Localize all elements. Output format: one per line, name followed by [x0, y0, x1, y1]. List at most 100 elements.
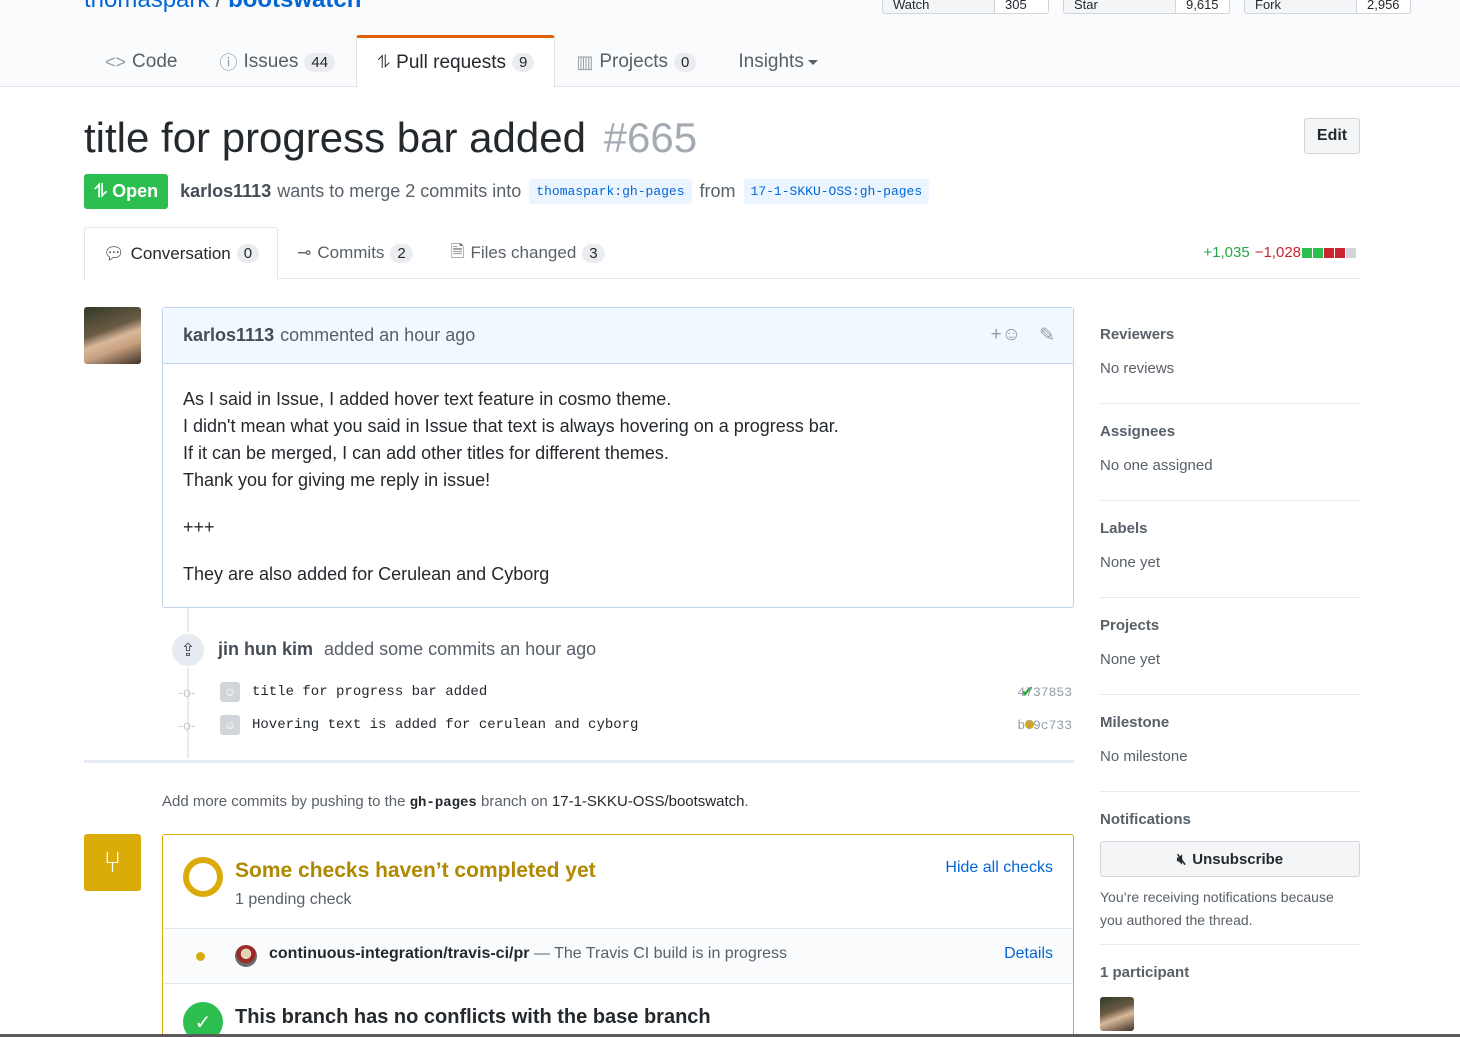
- pr-description-comment: karlos1113 commented an hour ago +☺ ✎ As…: [162, 307, 1074, 608]
- travis-ci-avatar: [235, 945, 257, 967]
- checks-title: Some checks haven’t completed yet: [235, 859, 596, 882]
- smiley-icon[interactable]: +☺: [991, 324, 1022, 347]
- issues-counter: 44: [304, 52, 336, 72]
- checks-header: Some checks haven’t completed yet 1 pend…: [163, 835, 1073, 929]
- tab-conversation-label: Conversation: [130, 243, 231, 263]
- unsubscribe-button[interactable]: 🔇︎ Unsubscribe: [1100, 841, 1360, 877]
- avatar[interactable]: ☺: [220, 715, 240, 735]
- no-conflicts-row: ✓ This branch has no conflicts with the …: [163, 984, 1073, 1037]
- commit-sha-link[interactable]: 4737853: [1017, 685, 1072, 700]
- status-check-details-link[interactable]: Details: [1004, 945, 1053, 963]
- git-pull-request-icon: ⥮: [94, 180, 108, 201]
- pagehead-actions: Watch 305 Star 9,615 Fork 2,956: [882, 0, 1411, 14]
- fork-button[interactable]: Fork: [1244, 0, 1357, 14]
- commits-event-heading: jin hun kim added some commits an hour a…: [218, 639, 596, 660]
- from-text: from: [699, 180, 736, 201]
- page-title: title for progress bar added #665: [84, 114, 697, 162]
- reponav-insights[interactable]: Insights: [717, 35, 838, 87]
- pr-meta: ⥮ Open karlos1113 wants to merge 2 commi…: [84, 173, 937, 209]
- pr-sidebar: Reviewers No reviews Assignees No one as…: [1100, 307, 1360, 1031]
- files-counter: 3: [582, 243, 605, 263]
- commit-row: -o- ☺ title for progress bar added ✔ 473…: [178, 680, 1072, 704]
- comment-timestamp[interactable]: an hour ago: [379, 325, 475, 346]
- sidebar-assignees-heading[interactable]: Assignees: [1100, 423, 1360, 440]
- watch-count[interactable]: 305: [995, 0, 1049, 14]
- base-branch[interactable]: thomaspark:gh-pages: [529, 178, 692, 204]
- commits-counter: 2: [390, 243, 413, 263]
- reponav-pull-requests[interactable]: ⥮ Pull requests 9: [356, 35, 556, 88]
- sidebar-projects-value: None yet: [1100, 651, 1161, 668]
- reponav-insights-label: Insights: [738, 51, 804, 72]
- commit-message-link[interactable]: Hovering text is added for cerulean and …: [252, 717, 638, 733]
- tab-files-changed[interactable]: 🗎︎ Files changed 3: [432, 227, 624, 279]
- sidebar-projects-heading[interactable]: Projects: [1100, 617, 1360, 634]
- repo-owner-link[interactable]: thomaspark: [84, 0, 209, 13]
- notification-reason-line: You’re receiving notifications because: [1100, 889, 1334, 905]
- pr-tabnav: 💬︎ Conversation 0 ⊸ Commits 2 🗎︎ Files c…: [84, 227, 1360, 280]
- head-branch[interactable]: 17-1-SKKU-OSS:gh-pages: [743, 178, 930, 204]
- pending-ring-icon: [183, 857, 223, 897]
- git-commit-icon: -o-: [178, 684, 196, 700]
- edit-title-button[interactable]: Edit: [1304, 118, 1360, 154]
- repo-separator: /: [215, 0, 222, 13]
- state-badge: ⥮ Open: [84, 173, 169, 209]
- sidebar-labels-heading[interactable]: Labels: [1100, 520, 1360, 537]
- sidebar-reviewers-heading[interactable]: Reviewers: [1100, 326, 1360, 343]
- sidebar-assignees-value: No one assigned: [1100, 457, 1213, 474]
- pr-title-text: title for progress bar added: [84, 114, 586, 161]
- repo-nav: <> Code ⓘ Issues 44 ⥮ Pull requests 9 ▥ …: [84, 35, 839, 88]
- avatar[interactable]: [1100, 997, 1134, 1031]
- commit-sha-link[interactable]: b79c733: [1017, 718, 1072, 733]
- participants-heading: 1 participant: [1100, 964, 1190, 981]
- commit-message-link[interactable]: title for progress bar added: [252, 684, 487, 700]
- pencil-icon[interactable]: ✎: [1039, 324, 1055, 347]
- fork-count[interactable]: 2,956: [1357, 0, 1411, 14]
- pr-author-link[interactable]: karlos1113: [180, 181, 271, 202]
- comment-line: They are also added for Cerulean and Cyb…: [183, 564, 550, 584]
- sidebar-milestone-value: No milestone: [1100, 748, 1188, 765]
- pulls-counter: 9: [512, 53, 535, 72]
- unsubscribe-label: Unsubscribe: [1192, 850, 1284, 868]
- diffstat-block: [1324, 247, 1334, 258]
- status-check-name: continuous-integration/travis-ci/pr: [269, 945, 530, 962]
- watch-button[interactable]: Watch: [882, 0, 995, 14]
- sidebar-notifications-heading: Notifications: [1100, 811, 1191, 828]
- tab-conversation[interactable]: 💬︎ Conversation 0: [84, 227, 279, 280]
- git-commit-icon: -o-: [178, 717, 196, 733]
- tab-commits[interactable]: ⊸ Commits 2: [278, 227, 432, 279]
- sidebar-notifications: Notifications 🔇︎ Unsubscribe You’re rece…: [1100, 792, 1360, 945]
- star-count[interactable]: 9,615: [1176, 0, 1230, 14]
- sidebar-projects: Projects None yet: [1100, 598, 1360, 695]
- notification-reason: You’re receiving notifications because y…: [1100, 886, 1360, 932]
- git-commit-icon: ⊸: [297, 243, 312, 262]
- tab-commits-label: Commits: [317, 243, 385, 262]
- mute-icon: 🔇︎: [1176, 850, 1187, 868]
- push-hint-repo: 17-1-SKKU-OSS/bootswatch: [551, 793, 745, 810]
- reponav-code[interactable]: <> Code: [84, 35, 198, 87]
- status-check-text: continuous-integration/travis-ci/pr — Th…: [269, 945, 787, 963]
- state-label: Open: [112, 180, 159, 201]
- push-hint: Add more commits by pushing to the gh-pa…: [162, 793, 749, 811]
- pr-number: #665: [603, 114, 698, 161]
- diffstat-block: [1346, 247, 1356, 258]
- reponav-projects[interactable]: ▥ Projects 0: [555, 35, 717, 87]
- hide-checks-link[interactable]: Hide all checks: [945, 859, 1053, 877]
- code-icon: <>: [105, 51, 127, 72]
- sidebar-participants: 1 participant: [1100, 945, 1360, 1031]
- reponav-projects-label: Projects: [599, 51, 668, 72]
- git-pull-request-icon: ⥮: [377, 52, 391, 72]
- reponav-issues[interactable]: ⓘ Issues 44: [198, 35, 356, 87]
- comment-line: I didn't mean what you said in Issue tha…: [183, 416, 839, 436]
- fork-button-group: Fork 2,956: [1244, 0, 1411, 14]
- comment-author-link[interactable]: karlos1113: [183, 325, 274, 346]
- avatar[interactable]: [84, 307, 141, 364]
- star-button[interactable]: Star: [1063, 0, 1176, 14]
- chevron-down-icon: [807, 59, 818, 65]
- sidebar-labels-value: None yet: [1100, 554, 1161, 571]
- repo-name-link[interactable]: bootswatch: [228, 0, 361, 13]
- pending-status-icon: [196, 952, 205, 961]
- sidebar-milestone-heading[interactable]: Milestone: [1100, 714, 1360, 731]
- commits-author-link[interactable]: jin hun kim: [218, 639, 313, 659]
- avatar[interactable]: ☺: [220, 682, 240, 702]
- push-hint-suffix: .: [744, 793, 749, 810]
